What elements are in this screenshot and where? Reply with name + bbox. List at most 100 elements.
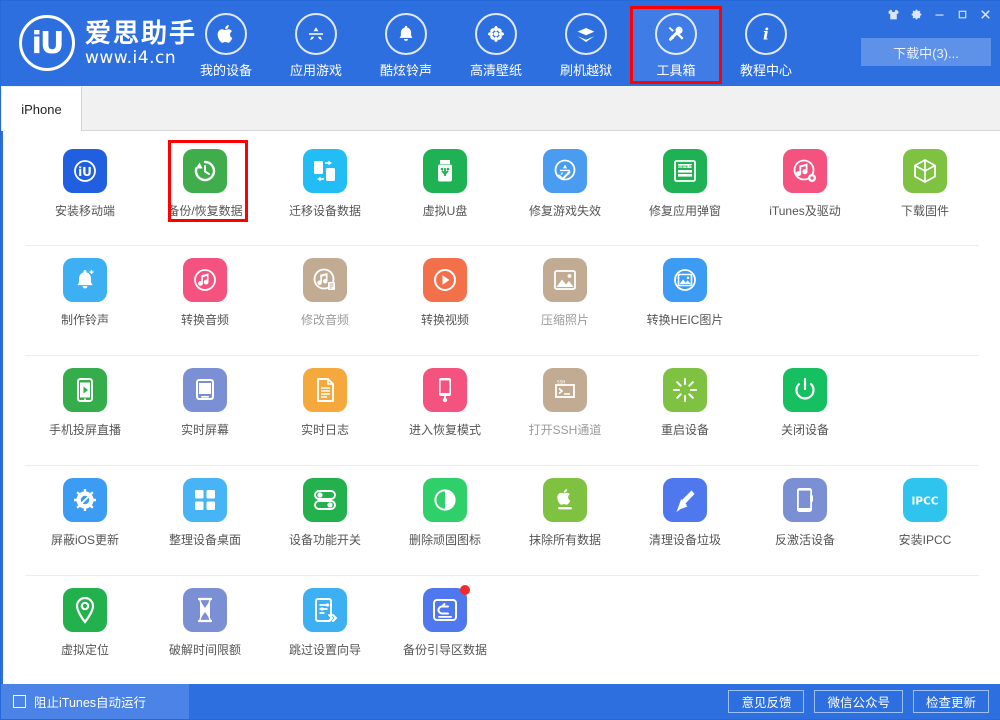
device-transfer-icon <box>303 149 347 193</box>
tool-tile-screen-cast[interactable]: 手机投屏直播 <box>25 368 145 438</box>
tool-tile-label: 删除顽固图标 <box>408 533 481 547</box>
tool-tile-device-transfer[interactable]: 迁移设备数据 <box>265 149 385 219</box>
apple-icon <box>205 13 247 55</box>
tool-tile-usb-drive[interactable]: 虚拟U盘 <box>385 149 505 219</box>
tool-tile-label: 打开SSH通道 <box>528 423 602 437</box>
backup-boot-icon <box>423 585 470 632</box>
tool-tile-appstore-check[interactable]: 修复游戏失效 <box>505 149 625 219</box>
tool-tile-label: 安装IPCC <box>898 533 952 547</box>
tool-tile-label: 制作铃声 <box>60 313 109 327</box>
tool-tile-label: 整理设备桌面 <box>168 533 241 547</box>
organize-desktop-icon <box>183 478 227 522</box>
nav-item-tools[interactable]: 工具箱 <box>630 6 722 84</box>
tool-tile-restart-device[interactable]: 重启设备 <box>625 368 745 438</box>
nav-item-label: 我的设备 <box>199 63 252 78</box>
tool-tile-label: 关闭设备 <box>780 423 829 437</box>
footer-button-1[interactable]: 意见反馈 <box>728 690 805 713</box>
tool-tile-erase-all[interactable]: 抹除所有数据 <box>505 478 625 548</box>
settings-gear-icon[interactable] <box>905 3 928 25</box>
tool-tile-realtime-log[interactable]: 实时日志 <box>265 368 385 438</box>
tool-tile-label: 破解时间限额 <box>168 643 241 657</box>
apple-id-card-icon: Apple ID <box>663 149 707 193</box>
nav-item-label: 高清壁纸 <box>469 63 522 78</box>
tool-row: 手机投屏直播 实时屏幕 实时日志 进入恢复模式 SSH 打开SSH通道 重启设备 关闭设备 <box>25 356 979 466</box>
tool-tile-audio-convert[interactable]: 转换音频 <box>145 258 265 328</box>
maximize-icon[interactable] <box>951 3 974 25</box>
tool-row: 制作铃声 转换音频 修改音频 转换视频 压缩照片 转换HEIC图片 <box>25 246 979 356</box>
tool-tile-recovery-mode[interactable]: 进入恢复模式 <box>385 368 505 438</box>
tool-row: 屏蔽iOS更新 整理设备桌面 设备功能开关 删除顽固图标 抹除所有数据 清理设备垃圾 反激活… <box>25 466 979 576</box>
info-icon: i <box>745 13 787 55</box>
tool-tile-label: 虚拟U盘 <box>422 204 468 218</box>
tool-tile-video-convert[interactable]: 转换视频 <box>385 258 505 328</box>
nav-item-info[interactable]: i 教程中心 <box>721 7 811 83</box>
tool-row: iU 安装移动端 备份/恢复数据 迁移设备数据 虚拟U盘 修复游戏失效 Apple ID 修复… <box>25 131 979 246</box>
tool-tile-ipcc[interactable]: IPCC 安装IPCC <box>865 478 985 548</box>
tool-tile-remove-icon[interactable]: 删除顽固图标 <box>385 478 505 548</box>
itunes-gear-icon <box>783 149 827 193</box>
tool-tile-realtime-screen[interactable]: 实时屏幕 <box>145 368 265 438</box>
tool-tile-backup-boot[interactable]: 备份引导区数据 <box>385 585 505 658</box>
nav-item-bell[interactable]: 酷炫铃声 <box>361 7 451 83</box>
video-convert-icon <box>423 258 467 302</box>
tool-tile-virtual-location[interactable]: 虚拟定位 <box>25 588 145 658</box>
bell-icon <box>385 13 427 55</box>
tool-tile-skip-setup[interactable]: 跳过设置向导 <box>265 588 385 658</box>
block-ios-update-icon <box>63 478 107 522</box>
deactivate-device-icon <box>783 478 827 522</box>
feature-toggle-icon <box>303 478 347 522</box>
tab-bar: iPhone <box>1 86 1000 131</box>
tool-tile-label: 跳过设置向导 <box>288 643 361 657</box>
footer-button-2[interactable]: 微信公众号 <box>814 690 903 713</box>
recovery-mode-icon <box>423 368 467 412</box>
footer-button-3[interactable]: 检查更新 <box>912 690 989 713</box>
screen-cast-icon <box>63 368 107 412</box>
svg-text:iU: iU <box>78 165 92 179</box>
close-icon[interactable] <box>974 3 997 25</box>
backup-restore-icon <box>183 149 227 193</box>
tool-tile-label: 备份/恢复数据 <box>167 204 243 218</box>
nav-item-apple[interactable]: 我的设备 <box>181 7 271 83</box>
nav-item-box-open[interactable]: 刷机越狱 <box>541 7 631 83</box>
tool-tile-label: 设备功能开关 <box>288 533 361 547</box>
tool-tile-compress-photo: 压缩照片 <box>505 258 625 328</box>
clean-junk-icon <box>663 478 707 522</box>
tool-tile-clean-junk[interactable]: 清理设备垃圾 <box>625 478 745 548</box>
skin-icon[interactable] <box>882 3 905 25</box>
tool-tile-i4-app[interactable]: iU 安装移动端 <box>25 149 145 219</box>
app-header: iU 爱思助手 www.i4.cn 我的设备 应用游戏 酷炫铃声 高清壁纸 刷机越狱 工具… <box>1 1 1000 86</box>
tool-tile-backup-restore[interactable]: 备份/恢复数据 <box>145 140 265 222</box>
toolbox-grid: iU 安装移动端 备份/恢复数据 迁移设备数据 虚拟U盘 修复游戏失效 Apple ID 修复… <box>1 131 1000 686</box>
tool-tile-heic-convert[interactable]: 转换HEIC图片 <box>625 258 745 328</box>
minimize-icon[interactable] <box>928 3 951 25</box>
tool-tile-apple-id-card[interactable]: Apple ID 修复应用弹窗 <box>625 149 745 219</box>
block-itunes-checkbox[interactable] <box>13 695 26 708</box>
tool-tile-deactivate-device[interactable]: 反激活设备 <box>745 478 865 548</box>
svg-text:Apple ID: Apple ID <box>676 164 693 168</box>
nav-item-appstore[interactable]: 应用游戏 <box>271 7 361 83</box>
tool-tile-power-off[interactable]: 关闭设备 <box>745 368 865 438</box>
i4-app-icon: iU <box>63 149 107 193</box>
erase-all-icon <box>543 478 587 522</box>
tool-tile-firmware-box[interactable]: 下载固件 <box>865 149 985 219</box>
block-itunes-autorun-group[interactable]: 阻止iTunes自动运行 <box>1 684 189 719</box>
tool-tile-label: 转换视频 <box>420 313 469 327</box>
tool-tile-label: 重启设备 <box>660 423 709 437</box>
tool-tile-itunes-gear[interactable]: iTunes及驱动 <box>745 149 865 219</box>
svg-text:IPCC: IPCC <box>911 496 938 508</box>
tool-tile-organize-desktop[interactable]: 整理设备桌面 <box>145 478 265 548</box>
tool-tile-label: 迁移设备数据 <box>288 204 361 218</box>
ipcc-icon: IPCC <box>903 478 947 522</box>
status-bar: 阻止iTunes自动运行 意见反馈 微信公众号 检查更新 <box>1 684 1000 719</box>
tool-tile-time-limit[interactable]: 破解时间限额 <box>145 588 265 658</box>
download-status-button[interactable]: 下载中(3)... <box>861 38 991 66</box>
tool-tile-label: 转换音频 <box>180 313 229 327</box>
tool-tile-ringtone-bell[interactable]: 制作铃声 <box>25 258 145 328</box>
time-limit-icon <box>183 588 227 632</box>
tool-tile-block-ios-update[interactable]: 屏蔽iOS更新 <box>25 478 145 548</box>
nav-item-flower[interactable]: 高清壁纸 <box>451 7 541 83</box>
tool-tile-label: 转换HEIC图片 <box>646 313 724 327</box>
tab-iphone[interactable]: iPhone <box>2 87 82 131</box>
tool-tile-feature-toggle[interactable]: 设备功能开关 <box>265 478 385 548</box>
tool-tile-ssh-terminal: SSH 打开SSH通道 <box>505 368 625 438</box>
